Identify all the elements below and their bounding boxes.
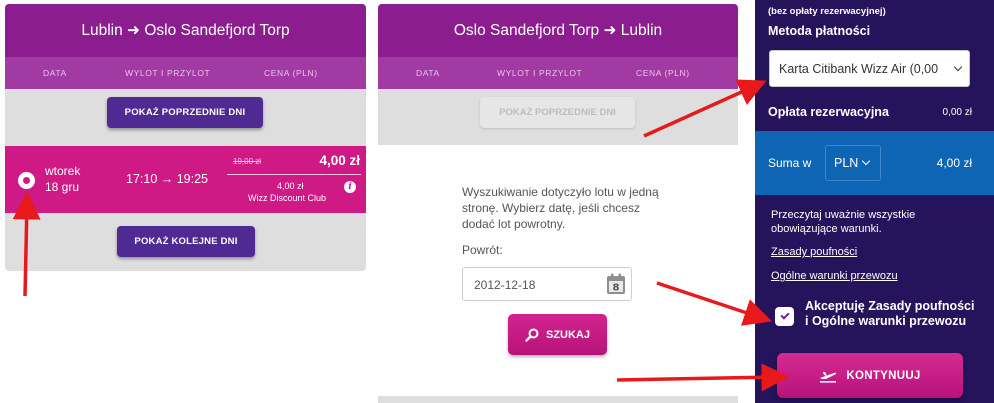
- privacy-policy-link[interactable]: Zasady poufności: [771, 246, 857, 258]
- column-date: DATA: [416, 68, 440, 78]
- total-bar: Suma w PLN 4,00 zł: [755, 131, 994, 195]
- carriage-conditions-link[interactable]: Ogólne warunki przewozu: [771, 270, 898, 282]
- return-column-headers: DATA WYLOT I PRZYLOT CENA (PLN): [378, 57, 738, 89]
- outbound-column-headers: DATA WYLOT I PRZYLOT CENA (PLN): [5, 57, 366, 89]
- chevron-down-icon: [861, 156, 871, 166]
- show-previous-days-button-disabled: POKAŻ POPRZEDNIE DNI: [480, 97, 635, 128]
- arrow-to-checkbox: [656, 281, 772, 326]
- club-price: 4,00 zł: [277, 181, 304, 191]
- booking-summary-panel: (bez opłaty rezerwacyjnej) Metoda płatno…: [755, 0, 994, 403]
- info-icon[interactable]: i: [344, 181, 356, 193]
- show-previous-days-button[interactable]: POKAŻ POPRZEDNIE DNI: [107, 97, 263, 128]
- calendar-icon[interactable]: 8: [606, 273, 626, 295]
- booking-fee-value: 0,00 zł: [942, 107, 972, 118]
- currency-select[interactable]: PLN: [825, 145, 881, 181]
- search-button-label: SZUKAJ: [545, 328, 590, 341]
- column-price: CENA (PLN): [636, 68, 690, 78]
- payment-method-select[interactable]: Karta Citibank Wizz Air (0,00: [769, 50, 970, 87]
- accept-terms-checkbox[interactable]: [775, 307, 794, 326]
- total-value: 4,00 zł: [936, 156, 972, 170]
- price-divider: [227, 174, 361, 175]
- check-icon: [779, 310, 790, 320]
- old-price: 19,00 zł: [233, 157, 262, 166]
- column-date: DATA: [43, 68, 67, 78]
- payment-method-label: Metoda płatności: [768, 24, 871, 38]
- accept-terms-label[interactable]: Akceptuję Zasady poufności i Ogólne waru…: [805, 299, 975, 329]
- currency-value: PLN: [834, 156, 859, 170]
- search-button[interactable]: SZUKAJ: [508, 314, 607, 355]
- return-flight-panel: Oslo Sandefjord Torp ➜ Lublin DATA WYLOT…: [378, 4, 738, 145]
- flight-day: wtorek: [45, 164, 81, 178]
- column-times: WYLOT I PRZYLOT: [497, 68, 583, 78]
- return-date-value: 2012-12-18: [474, 278, 536, 292]
- continue-button-label: KONTYNUUJ: [846, 369, 921, 382]
- flight-price: 4,00 zł: [319, 153, 360, 168]
- chevron-down-icon: [953, 62, 963, 72]
- flight-radio-selected[interactable]: [18, 172, 35, 189]
- outbound-flight-panel: Lublin ➜ Oslo Sandefjord Torp DATA WYLOT…: [5, 4, 366, 271]
- column-price: CENA (PLN): [264, 68, 318, 78]
- selected-flight-row[interactable]: wtorek 18 gru 17:10 → 19:25 19,00 zł 4,0…: [5, 146, 366, 213]
- return-label: Powrót:: [462, 243, 503, 257]
- flight-date: 18 gru: [45, 180, 80, 194]
- terms-notice: Przeczytaj uważnie wszystkie obowiązując…: [771, 209, 916, 235]
- return-date-input[interactable]: 2012-12-18 8: [462, 267, 632, 301]
- continue-button[interactable]: KONTYNUUJ: [777, 353, 963, 398]
- outbound-route-title: Lublin ➜ Oslo Sandefjord Torp: [5, 4, 366, 57]
- one-way-message: Wyszukiwanie dotyczyło lotu w jedną stro…: [462, 185, 659, 231]
- club-name: Wizz Discount Club: [248, 193, 327, 203]
- show-next-days-button[interactable]: POKAŻ KOLEJNE DNI: [117, 226, 255, 257]
- column-times: WYLOT I PRZYLOT: [125, 68, 211, 78]
- return-route-title: Oslo Sandefjord Torp ➜ Lublin: [378, 4, 738, 57]
- no-fee-note: (bez opłaty rezerwacyjnej): [768, 6, 886, 17]
- booking-fee-label: Opłata rezerwacyjna: [768, 105, 889, 119]
- flight-times: 17:10 → 19:25: [126, 172, 209, 186]
- payment-method-value: Karta Citibank Wizz Air (0,00: [779, 62, 939, 76]
- plane-icon: [820, 371, 837, 383]
- total-label: Suma w: [768, 156, 812, 170]
- calendar-day: 8: [613, 283, 620, 294]
- magnifier-icon: [525, 328, 539, 342]
- return-panel-bottom: [378, 396, 738, 403]
